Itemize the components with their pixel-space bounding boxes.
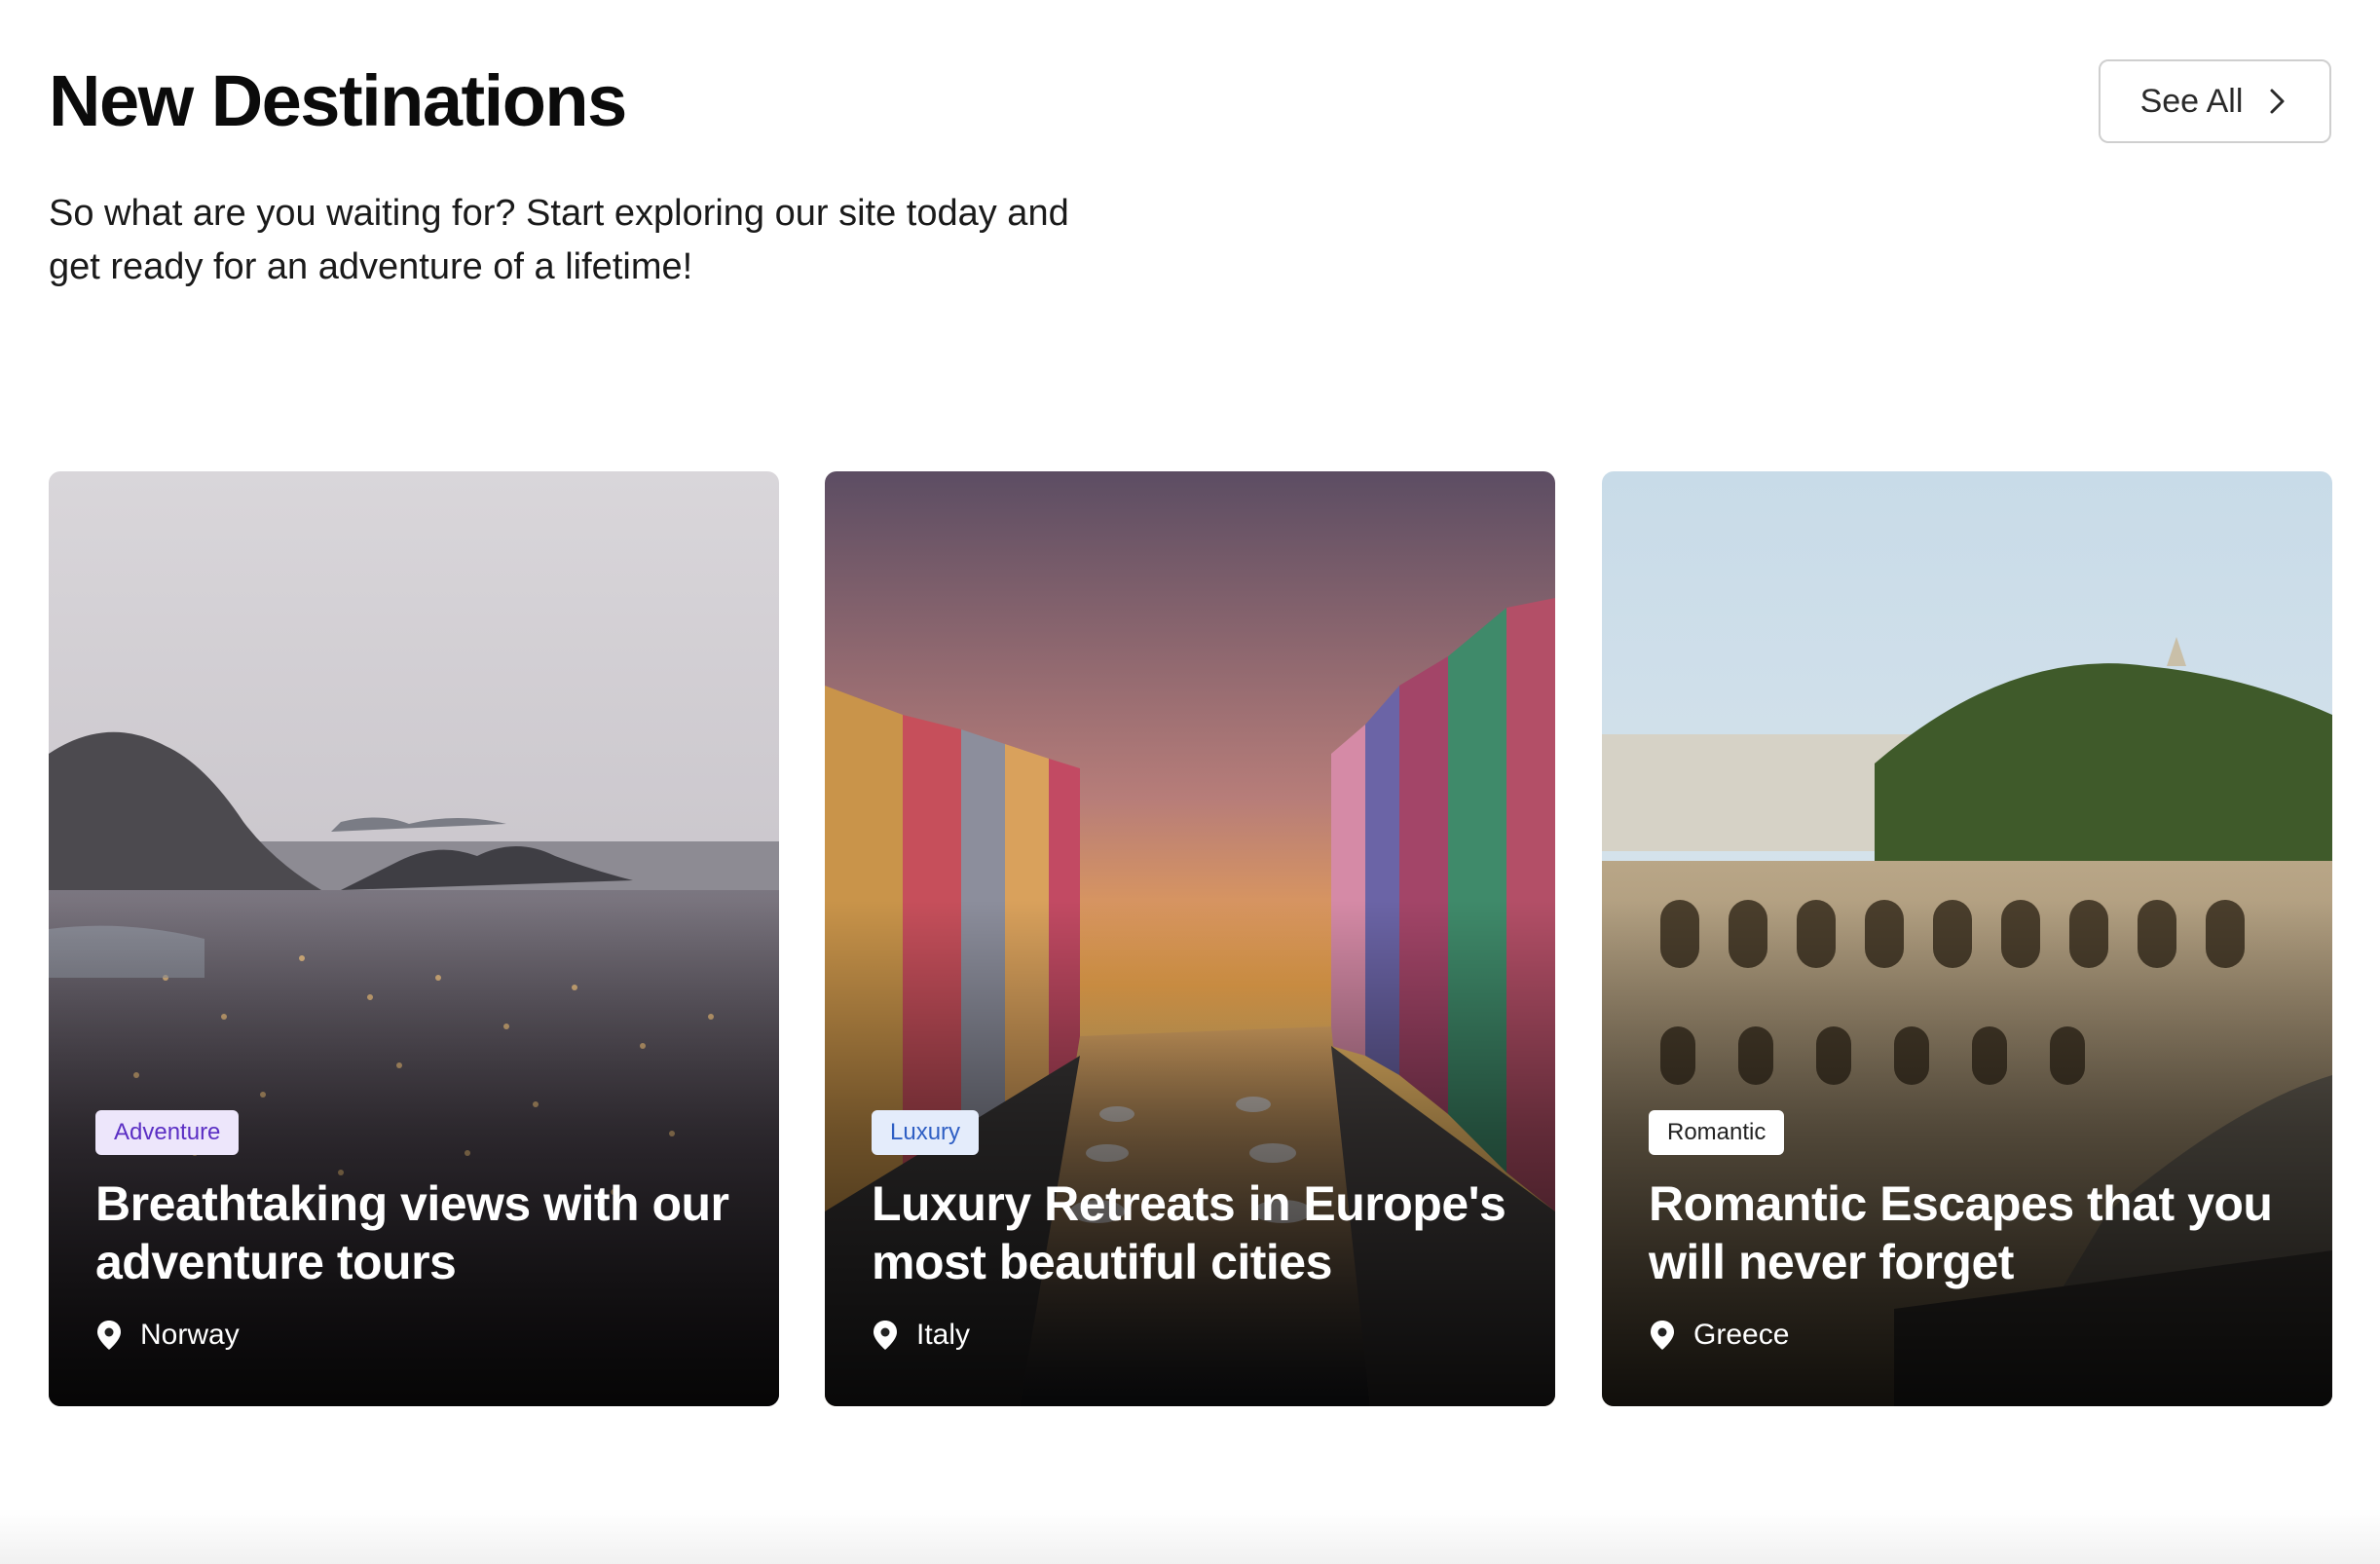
card-title: Luxury Retreats in Europe's most beautif… <box>872 1176 1506 1289</box>
location: Norway <box>95 1319 240 1352</box>
category-badge: Adventure <box>95 1110 240 1155</box>
category-badge: Luxury <box>872 1110 980 1155</box>
location-label: Italy <box>916 1319 971 1351</box>
see-all-button[interactable]: See All <box>2099 59 2331 143</box>
location-label: Norway <box>140 1319 240 1351</box>
destination-card-norway[interactable]: Adventure Breathtaking views with our ad… <box>49 471 779 1406</box>
location-pin-icon <box>1651 1321 1674 1350</box>
location-pin-icon <box>874 1321 897 1350</box>
page-title: New Destinations <box>49 60 627 141</box>
chevron-right-icon <box>2270 89 2285 114</box>
location: Greece <box>1649 1319 1789 1352</box>
destination-card-italy[interactable]: Luxury Luxury Retreats in Europe's most … <box>825 471 1555 1406</box>
see-all-label: See All <box>2139 82 2244 120</box>
location-pin-icon <box>97 1321 121 1350</box>
location-label: Greece <box>1693 1319 1790 1351</box>
page-subtitle: So what are you waiting for? Start explo… <box>49 193 1069 287</box>
card-title: Romantic Escapes that you will never for… <box>1649 1176 2273 1289</box>
category-badge: Romantic <box>1649 1110 1785 1155</box>
card-title: Breathtaking views with our adventure to… <box>95 1176 729 1289</box>
location: Italy <box>872 1319 970 1352</box>
destination-card-greece[interactable]: Romantic Romantic Escapes that you will … <box>1602 471 2332 1406</box>
